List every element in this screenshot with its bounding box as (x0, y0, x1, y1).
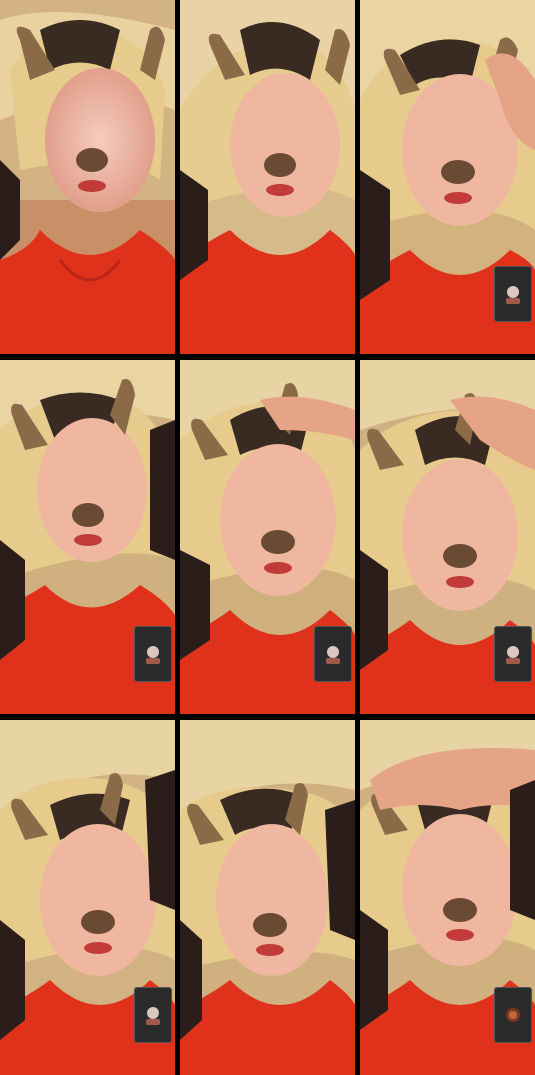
self-view-thumbnail[interactable] (134, 626, 172, 682)
self-view-icon (146, 1007, 160, 1025)
self-view-icon (146, 646, 160, 664)
selfie-image (180, 720, 355, 1075)
self-view-icon (506, 1008, 520, 1022)
selfie-image (0, 0, 175, 354)
video-tile-1[interactable] (0, 0, 175, 354)
video-tile-2[interactable] (180, 0, 355, 354)
self-view-icon (326, 646, 340, 664)
selfie-image (180, 0, 355, 354)
self-view-thumbnail[interactable] (314, 626, 352, 682)
video-tile-4[interactable] (0, 360, 175, 714)
self-view-thumbnail[interactable] (134, 987, 172, 1043)
video-tile-7[interactable] (0, 720, 175, 1075)
self-view-thumbnail[interactable] (494, 626, 532, 682)
self-view-icon (506, 286, 520, 304)
self-view-icon (506, 646, 520, 664)
self-view-thumbnail[interactable] (494, 987, 532, 1043)
video-tile-3[interactable] (360, 0, 535, 354)
video-call-grid (0, 0, 535, 1075)
video-tile-6[interactable] (360, 360, 535, 714)
video-tile-9[interactable] (360, 720, 535, 1075)
self-view-thumbnail[interactable] (494, 266, 532, 322)
video-tile-8[interactable] (180, 720, 355, 1075)
video-tile-5[interactable] (180, 360, 355, 714)
